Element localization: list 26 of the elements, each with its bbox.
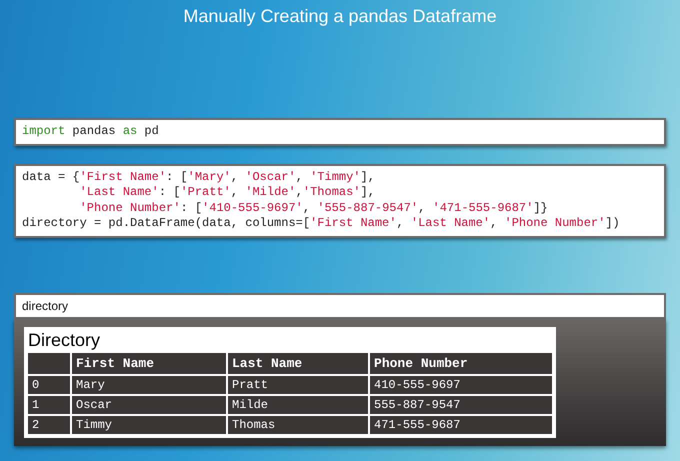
table-cell: 471-555-9687 xyxy=(370,416,552,434)
table-cell: Mary xyxy=(72,376,226,394)
index-cell: 0 xyxy=(28,376,70,394)
table-cell: Milde xyxy=(228,396,368,414)
page-title: Manually Creating a pandas Dataframe xyxy=(183,5,497,28)
header-cell xyxy=(28,352,70,374)
code-line: 'Phone Number': ['410-555-9697', '555-887-9547', '471-555-9687']} xyxy=(78,200,548,216)
header-cell: Phone Number xyxy=(370,352,552,374)
index-cell: 1 xyxy=(28,396,70,414)
table-cell: Oscar xyxy=(72,396,226,414)
table-caption: Directory xyxy=(27,328,100,350)
input-field[interactable]: directory xyxy=(14,292,666,318)
code-line: 'Last Name': ['Pratt', 'Milde','Thomas'], xyxy=(78,185,375,200)
table-cell: Pratt xyxy=(228,376,368,394)
table-cell: Timmy xyxy=(72,416,226,434)
code-cell[interactable] xyxy=(14,164,666,238)
code-line: data = {'First Name': ['Mary', 'Oscar', 'Timmy'], xyxy=(22,170,375,185)
code-line: directory = pd.DataFrame(data, columns=['First Name', 'Last Name', 'Phone Number']) xyxy=(22,216,620,232)
table-cell: 555-887-9547 xyxy=(370,396,552,414)
table-cell: Thomas xyxy=(228,416,368,434)
header-cell: Last Name xyxy=(228,352,368,374)
table-cell: 410-555-9697 xyxy=(370,376,552,394)
code-cell[interactable]: import pandas as pd xyxy=(14,118,666,146)
code-line: import pandas as pd xyxy=(22,124,159,140)
index-cell: 2 xyxy=(28,416,70,434)
header-cell: First Name xyxy=(72,352,226,374)
